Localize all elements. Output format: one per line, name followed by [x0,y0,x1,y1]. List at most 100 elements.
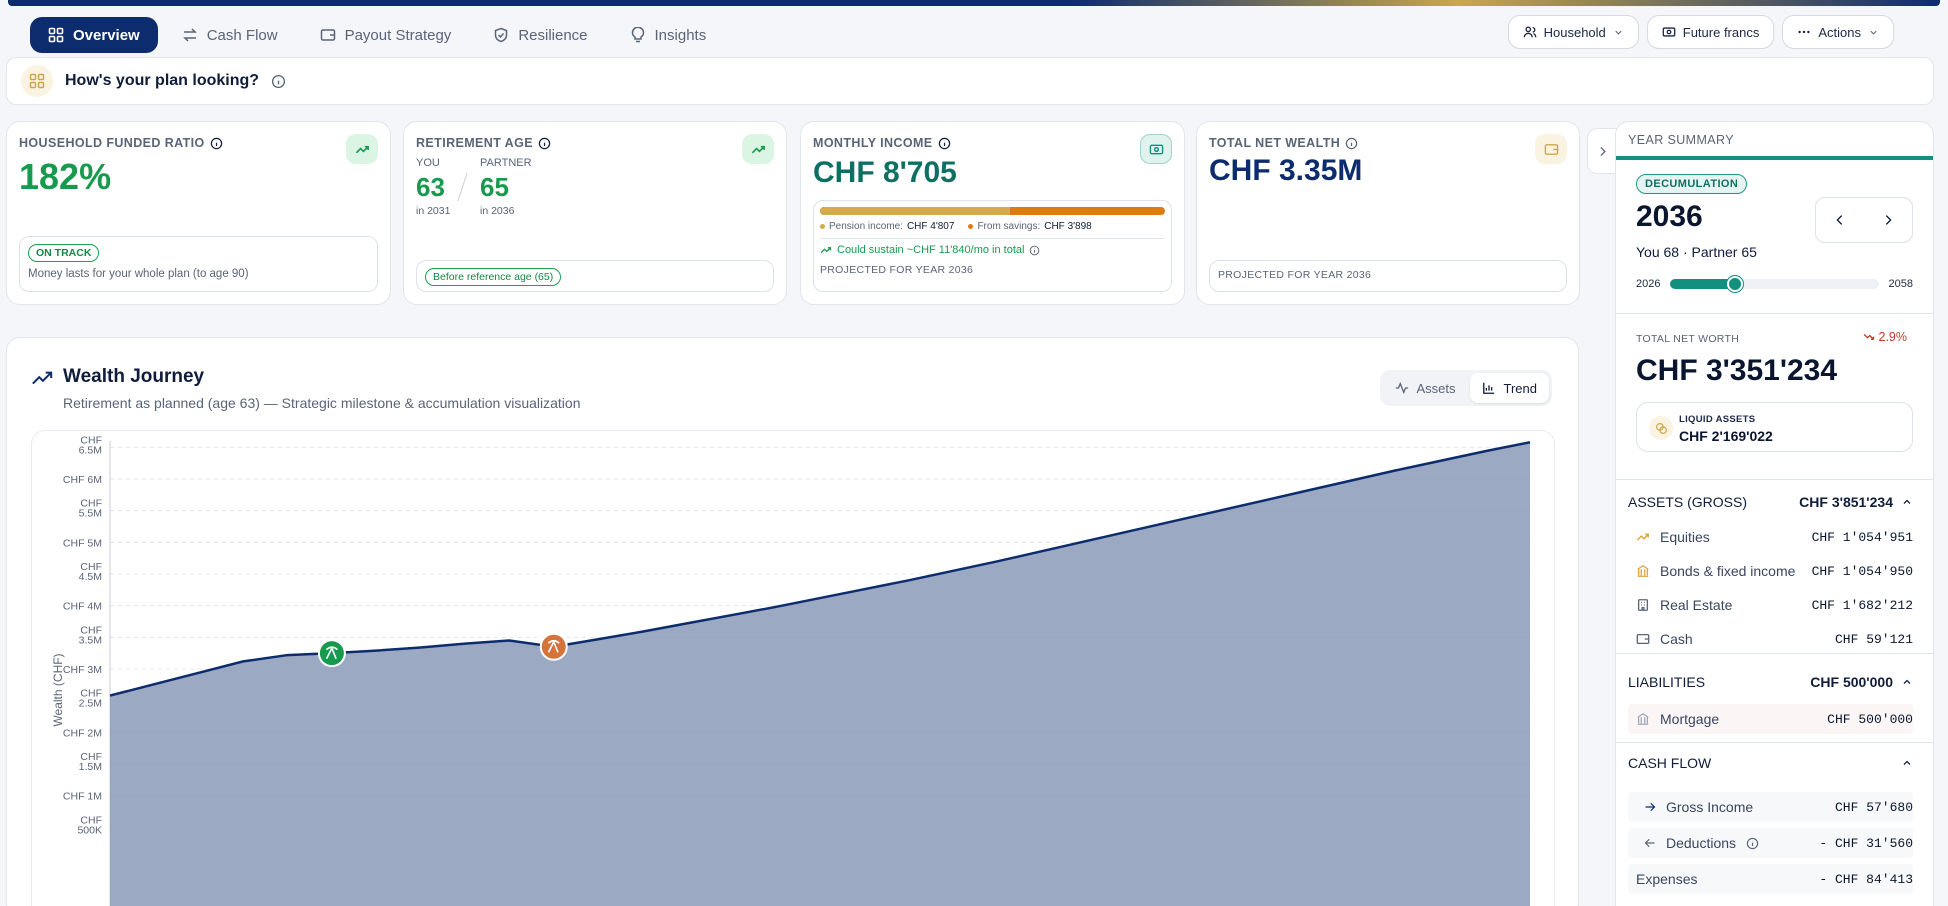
plan-title: How's your plan looking? [65,72,260,89]
year-slider-track[interactable] [1670,276,1879,292]
cash-flow-label: CASH FLOW [1628,755,1712,771]
trend-up-icon [32,371,53,385]
activity-icon [1395,381,1408,395]
monthly-income-card: MONTHLY INCOME CHF 8'705 Pension income:… [800,121,1185,305]
assets-toggle-label: Assets [1416,380,1456,396]
kpi-label: HOUSEHOLD FUNDED RATIO [19,136,223,150]
cash-name: Deductions [1666,835,1737,851]
tab-cash-flow[interactable]: Cash Flow [164,17,296,53]
banknote-icon [1140,134,1172,164]
info-icon[interactable] [538,137,551,150]
info-icon[interactable] [271,74,286,89]
trend-toggle[interactable]: Trend [1469,373,1549,403]
assets-section-header[interactable]: ASSETS (GROSS) CHF 3'851'234 [1628,492,1913,512]
cash-value: - CHF 31'560 [1819,835,1913,851]
chevron-left-icon [1836,215,1843,225]
net-worth-change-value: 2.9% [1878,330,1908,344]
savings-value: CHF 3'898 [1044,221,1092,232]
y-axis-label: Wealth (CHF) [51,653,65,726]
chevron-right-icon [1885,215,1892,225]
chevron-down-icon [1615,30,1622,35]
income-breakdown-box: Pension income: CHF 4'807 From savings: … [813,200,1172,292]
year-slider-thumb[interactable] [1727,276,1744,292]
info-icon[interactable] [1746,837,1759,850]
kpi-label: MONTHLY INCOME [813,136,951,150]
asset-value: CHF 1'054'950 [1811,563,1913,579]
arrows-swap-icon [182,28,197,42]
cash-value: - CHF 84'413 [1819,871,1913,887]
info-icon[interactable] [938,137,951,150]
asset-name: Real Estate [1660,597,1733,613]
y-tick-label: CHF 4.5M [79,561,102,583]
tab-insights[interactable]: Insights [612,17,725,53]
wealth-journey-panel: Wealth Journey Retirement as planned (ag… [6,337,1579,906]
status-badge: Before reference age (65) [425,268,562,286]
income-label-text: MONTHLY INCOME [813,136,933,150]
y-tick-label: CHF 1.5M [79,751,102,773]
collapse-panel-button[interactable] [1587,128,1617,174]
net-worth-label: TOTAL NET WORTH [1636,333,1740,345]
legend-dot [820,224,825,229]
building-icon [1637,599,1649,611]
year-slider-fill [1670,279,1736,289]
asset-row-bonds: Bonds & fixed income CHF 1'054'950 [1628,556,1913,586]
asset-name: Cash [1660,631,1693,647]
wallet-icon [1535,134,1567,164]
assets-toggle[interactable]: Assets [1383,373,1468,403]
liquid-assets-box: LIQUID ASSETS CHF 2'169'022 [1636,402,1913,452]
asset-value: CHF 59'121 [1834,631,1913,647]
tab-overview[interactable]: Overview [30,17,158,53]
next-year-button[interactable] [1864,198,1912,242]
wealth-chart-frame: CHF 500K CHF 1M CHF 1.5M CHF 2M CHF 2.5M CHF 3M C… [31,430,1555,906]
milestone-marker [541,634,566,659]
you-age: 63 [416,172,445,202]
liabilities-total: CHF 500'000 [1810,674,1893,690]
y-tick-label: CHF 2.5M [79,688,102,710]
net-worth-value: CHF 3'351'234 [1636,354,1838,387]
year-selector: DECUMULATION 2036 You 68 · Partner 65 20… [1616,160,1933,314]
trend-down-icon [1863,333,1874,340]
actions-label: Actions [1818,24,1861,40]
range-start: 2026 [1636,278,1661,290]
status-badge: ON TRACK [28,244,100,262]
wealth-chart: CHF 500K CHF 1M CHF 1.5M CHF 2M CHF 2.5M CHF 3M C… [51,434,1531,906]
funded-ratio-card: HOUSEHOLD FUNDED RATIO 182% ON TRACK Mon… [6,121,391,305]
liabilities-section-header[interactable]: LIABILITIES CHF 500'000 [1628,672,1913,692]
info-icon[interactable] [1345,137,1358,150]
year-slider: 2026 2058 [1636,276,1913,292]
info-icon[interactable] [210,137,223,150]
future-francs-button[interactable]: Future francs [1646,15,1775,49]
grid-icon [21,65,53,97]
tab-label: Payout Strategy [344,26,452,44]
plan-header: How's your plan looking? [6,57,1934,105]
funded-note: Money lasts for your whole plan (to age … [28,268,249,280]
household-button[interactable]: Household [1507,15,1639,49]
tab-payout-strategy[interactable]: Payout Strategy [302,17,470,53]
milestone-marker [319,641,344,666]
funded-ratio-value: 182% [19,156,112,197]
selected-year: 2036 [1636,200,1703,233]
divider [457,172,468,202]
cash-value: CHF 57'680 [1834,799,1913,815]
info-icon[interactable] [1029,245,1040,256]
monthly-income-value: CHF 8'705 [813,156,957,189]
top-accent-strip [8,0,1940,6]
trend-toggle-label: Trend [1503,380,1537,396]
prev-year-button[interactable] [1816,198,1864,242]
tab-label: Insights [654,26,707,44]
chevron-down-icon [1870,30,1877,35]
actions-button[interactable]: Actions [1782,15,1894,49]
cash-flow-section-header[interactable]: CASH FLOW [1628,753,1913,773]
cash-name: Expenses [1636,871,1698,887]
sustain-text: Could sustain ~CHF 11'840/mo in total [837,244,1025,256]
retirement-age-card: RETIREMENT AGE YOU 63 in 2031 PARTNER 65… [403,121,787,305]
sustain-line: Could sustain ~CHF 11'840/mo in total [820,244,1165,256]
y-tick-label: CHF 3M [63,664,102,676]
tab-resilience[interactable]: Resilience [475,17,605,53]
you-year: in 2031 [416,205,451,217]
tab-label: Cash Flow [206,26,278,44]
chevron-right-icon [1599,146,1606,156]
arrow-left-icon [1644,838,1655,848]
liability-value: CHF 500'000 [1827,711,1913,727]
y-tick-label: CHF 4M [63,601,102,613]
